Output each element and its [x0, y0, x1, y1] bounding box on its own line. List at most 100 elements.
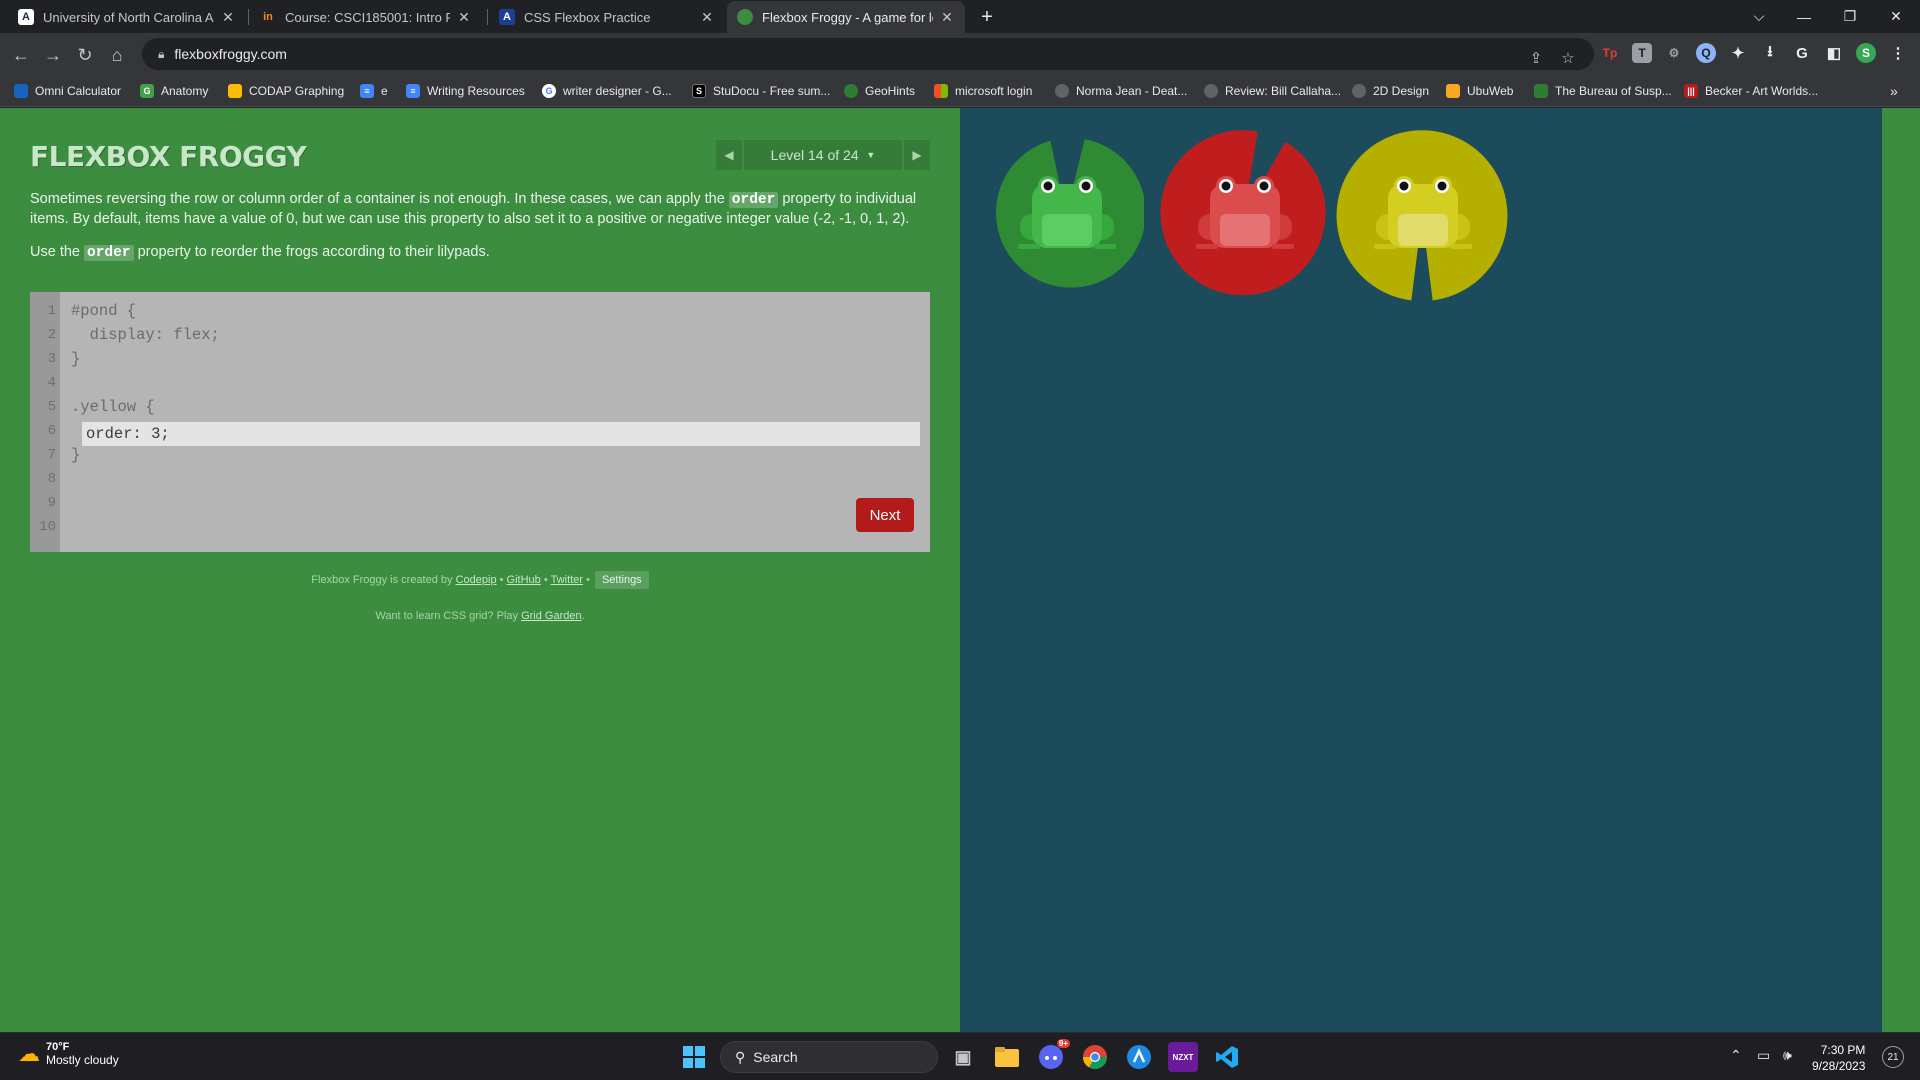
github-link[interactable]: GitHub — [507, 574, 541, 586]
share-icon[interactable]: ⇪ — [1524, 46, 1548, 70]
close-window-icon[interactable]: ✕ — [1873, 0, 1919, 33]
tab-unca[interactable]: A University of North Carolina Ash ✕ — [8, 1, 246, 33]
instructions-paragraph-1: Sometimes reversing the row or column or… — [30, 191, 917, 227]
menu-dots-icon[interactable]: ⋮ — [1888, 43, 1908, 63]
download-icon[interactable]: ⭳ — [1760, 43, 1780, 63]
tab-course[interactable]: in Course: CSCI185001: Intro Progr ✕ — [250, 1, 482, 33]
bookmark-item[interactable]: GeoHints — [844, 82, 915, 100]
grid-garden-link[interactable]: Grid Garden — [521, 610, 582, 622]
level-indicator[interactable]: Level 14 of 24 ▼ — [744, 140, 902, 170]
chrome-icon[interactable] — [1080, 1042, 1110, 1072]
windows-start-icon[interactable] — [679, 1042, 709, 1072]
lock-icon: 🔒︎ — [158, 46, 165, 61]
moodle-favicon-icon: in — [263, 11, 273, 23]
profile-avatar[interactable]: S — [1856, 43, 1876, 63]
level-navigation: ◀ Level 14 of 24 ▼ ▶ — [716, 140, 930, 170]
minimize-icon[interactable]: — — [1781, 0, 1827, 33]
unca-favicon-icon: A — [18, 9, 34, 25]
bookmark-item[interactable]: The Bureau of Susp... — [1534, 82, 1672, 100]
show-hidden-icons-icon[interactable]: ⌃ — [1730, 1047, 1742, 1064]
side-panel-icon[interactable]: ◧ — [1824, 43, 1844, 63]
globe-icon — [1055, 84, 1069, 98]
reload-icon[interactable]: ↻ — [71, 41, 99, 69]
frog-favicon-icon — [737, 9, 753, 25]
bookmark-item[interactable]: UbuWeb — [1446, 82, 1513, 100]
settings-button[interactable]: Settings — [594, 571, 649, 589]
bookmark-item[interactable]: G Anatomy — [140, 82, 208, 100]
line-number: 6 — [47, 423, 56, 439]
new-tab-icon[interactable]: + — [975, 5, 999, 29]
footer-credits: Flexbox Froggy is created by Codepip • G… — [30, 571, 930, 589]
file-explorer-icon[interactable] — [992, 1042, 1022, 1072]
flexbox-froggy-logo: FLEXBOX FROGGY — [30, 140, 307, 173]
code-line: } — [71, 446, 81, 464]
bookmark-item[interactable]: Gwriter designer - G... — [542, 82, 672, 100]
notification-badge[interactable]: 21 — [1882, 1046, 1904, 1068]
network-icon[interactable]: ▭ — [1757, 1047, 1770, 1064]
address-bar[interactable]: 🔒︎ flexboxfroggy.com ⇪ ☆ — [142, 38, 1594, 70]
bookmarks-bar: Omni Calculator G Anatomy CODAP Graphing … — [0, 76, 1920, 107]
bookmark-item[interactable]: S StuDocu - Free sum... — [692, 82, 830, 100]
weather-widget[interactable]: ☁ 70°F Mostly cloudy — [18, 1041, 119, 1067]
extension-gear-icon[interactable]: ⚙ — [1664, 43, 1684, 63]
vscode-icon[interactable] — [1212, 1042, 1242, 1072]
studocu-icon: S — [692, 84, 706, 98]
bookmark-favicon-icon: G — [140, 84, 154, 98]
volume-icon[interactable]: 🕪︎ — [1783, 1047, 1792, 1064]
code-line: .yellow { — [71, 398, 155, 416]
extension-tp-icon[interactable]: Tp — [1600, 43, 1620, 63]
bookmark-item[interactable]: ≡ Writing Resources — [406, 82, 525, 100]
bookmark-item[interactable]: ≡ e — [360, 82, 388, 100]
bookmark-item[interactable]: microsoft login — [934, 82, 1032, 100]
bookmarks-overflow-icon[interactable]: » — [1890, 82, 1898, 100]
close-tab-icon[interactable]: ✕ — [456, 9, 472, 25]
forward-icon[interactable]: → — [39, 41, 67, 69]
globe-icon — [844, 84, 858, 98]
tab-flexbox-practice[interactable]: A CSS Flexbox Practice ✕ — [489, 1, 725, 33]
search-icon: ⚲ — [735, 1048, 746, 1065]
next-button[interactable]: Next — [856, 498, 914, 532]
line-number: 4 — [47, 375, 56, 391]
bookmark-star-icon[interactable]: ☆ — [1556, 46, 1580, 70]
nzxt-icon[interactable]: NZXT — [1168, 1042, 1198, 1072]
task-view-icon[interactable]: ▣ — [948, 1042, 978, 1072]
frog-yellow — [1374, 176, 1472, 249]
home-icon[interactable]: ⌂ — [103, 41, 131, 69]
frog-red — [1196, 176, 1294, 249]
footer-grid-garden: Want to learn CSS grid? Play Grid Garden… — [375, 610, 585, 622]
discord-icon[interactable]: 9+ — [1036, 1039, 1070, 1072]
css-editor: 1 2 3 4 5 6 7 8 9 10 #pond { display: fl… — [30, 292, 930, 552]
taskbar-search[interactable]: ⚲ Search — [720, 1041, 938, 1073]
extension-t-icon[interactable]: T — [1632, 43, 1652, 63]
back-icon[interactable]: ← — [7, 41, 35, 69]
previous-level-icon[interactable]: ◀ — [716, 140, 742, 170]
restore-icon[interactable]: ❐ — [1827, 0, 1873, 33]
tab-search-icon[interactable]: ⌵ — [1736, 0, 1782, 33]
code-line: display: flex; — [71, 326, 220, 344]
tab-strip: A University of North Carolina Ash ✕ in … — [0, 0, 1920, 33]
system-clock[interactable]: 7:30 PM 9/28/2023 — [1812, 1042, 1865, 1074]
bookmark-favicon-icon — [1534, 84, 1548, 98]
bookmark-item[interactable]: ||| Becker - Art Worlds... — [1684, 82, 1818, 100]
extension-search-icon[interactable]: Q — [1696, 43, 1716, 63]
css-code-input[interactable] — [86, 422, 916, 446]
twitter-link[interactable]: Twitter — [551, 574, 583, 586]
close-tab-icon[interactable]: ✕ — [699, 9, 715, 25]
grammarly-icon[interactable]: G — [1792, 43, 1812, 63]
next-level-icon[interactable]: ▶ — [904, 140, 930, 170]
bookmark-item[interactable]: 2D Design — [1352, 82, 1429, 100]
tab-flexbox-froggy[interactable]: Flexbox Froggy - A game for lea ✕ — [727, 1, 965, 33]
tab-divider — [487, 9, 488, 25]
codepip-link[interactable]: Codepip — [456, 574, 497, 586]
bookmark-item[interactable]: CODAP Graphing — [228, 82, 344, 100]
close-tab-icon[interactable]: ✕ — [220, 9, 236, 25]
close-tab-icon[interactable]: ✕ — [939, 9, 955, 25]
extensions-puzzle-icon[interactable]: ✦ — [1728, 43, 1748, 63]
google-icon: G — [542, 84, 556, 98]
bookmark-item[interactable]: Norma Jean - Deat... — [1055, 82, 1187, 100]
code-input-row — [82, 422, 920, 446]
app-icon[interactable] — [1124, 1042, 1154, 1072]
bookmark-item[interactable]: Omni Calculator — [14, 82, 121, 100]
line-number: 3 — [47, 351, 56, 367]
bookmark-item[interactable]: Review: Bill Callaha... — [1204, 82, 1341, 100]
